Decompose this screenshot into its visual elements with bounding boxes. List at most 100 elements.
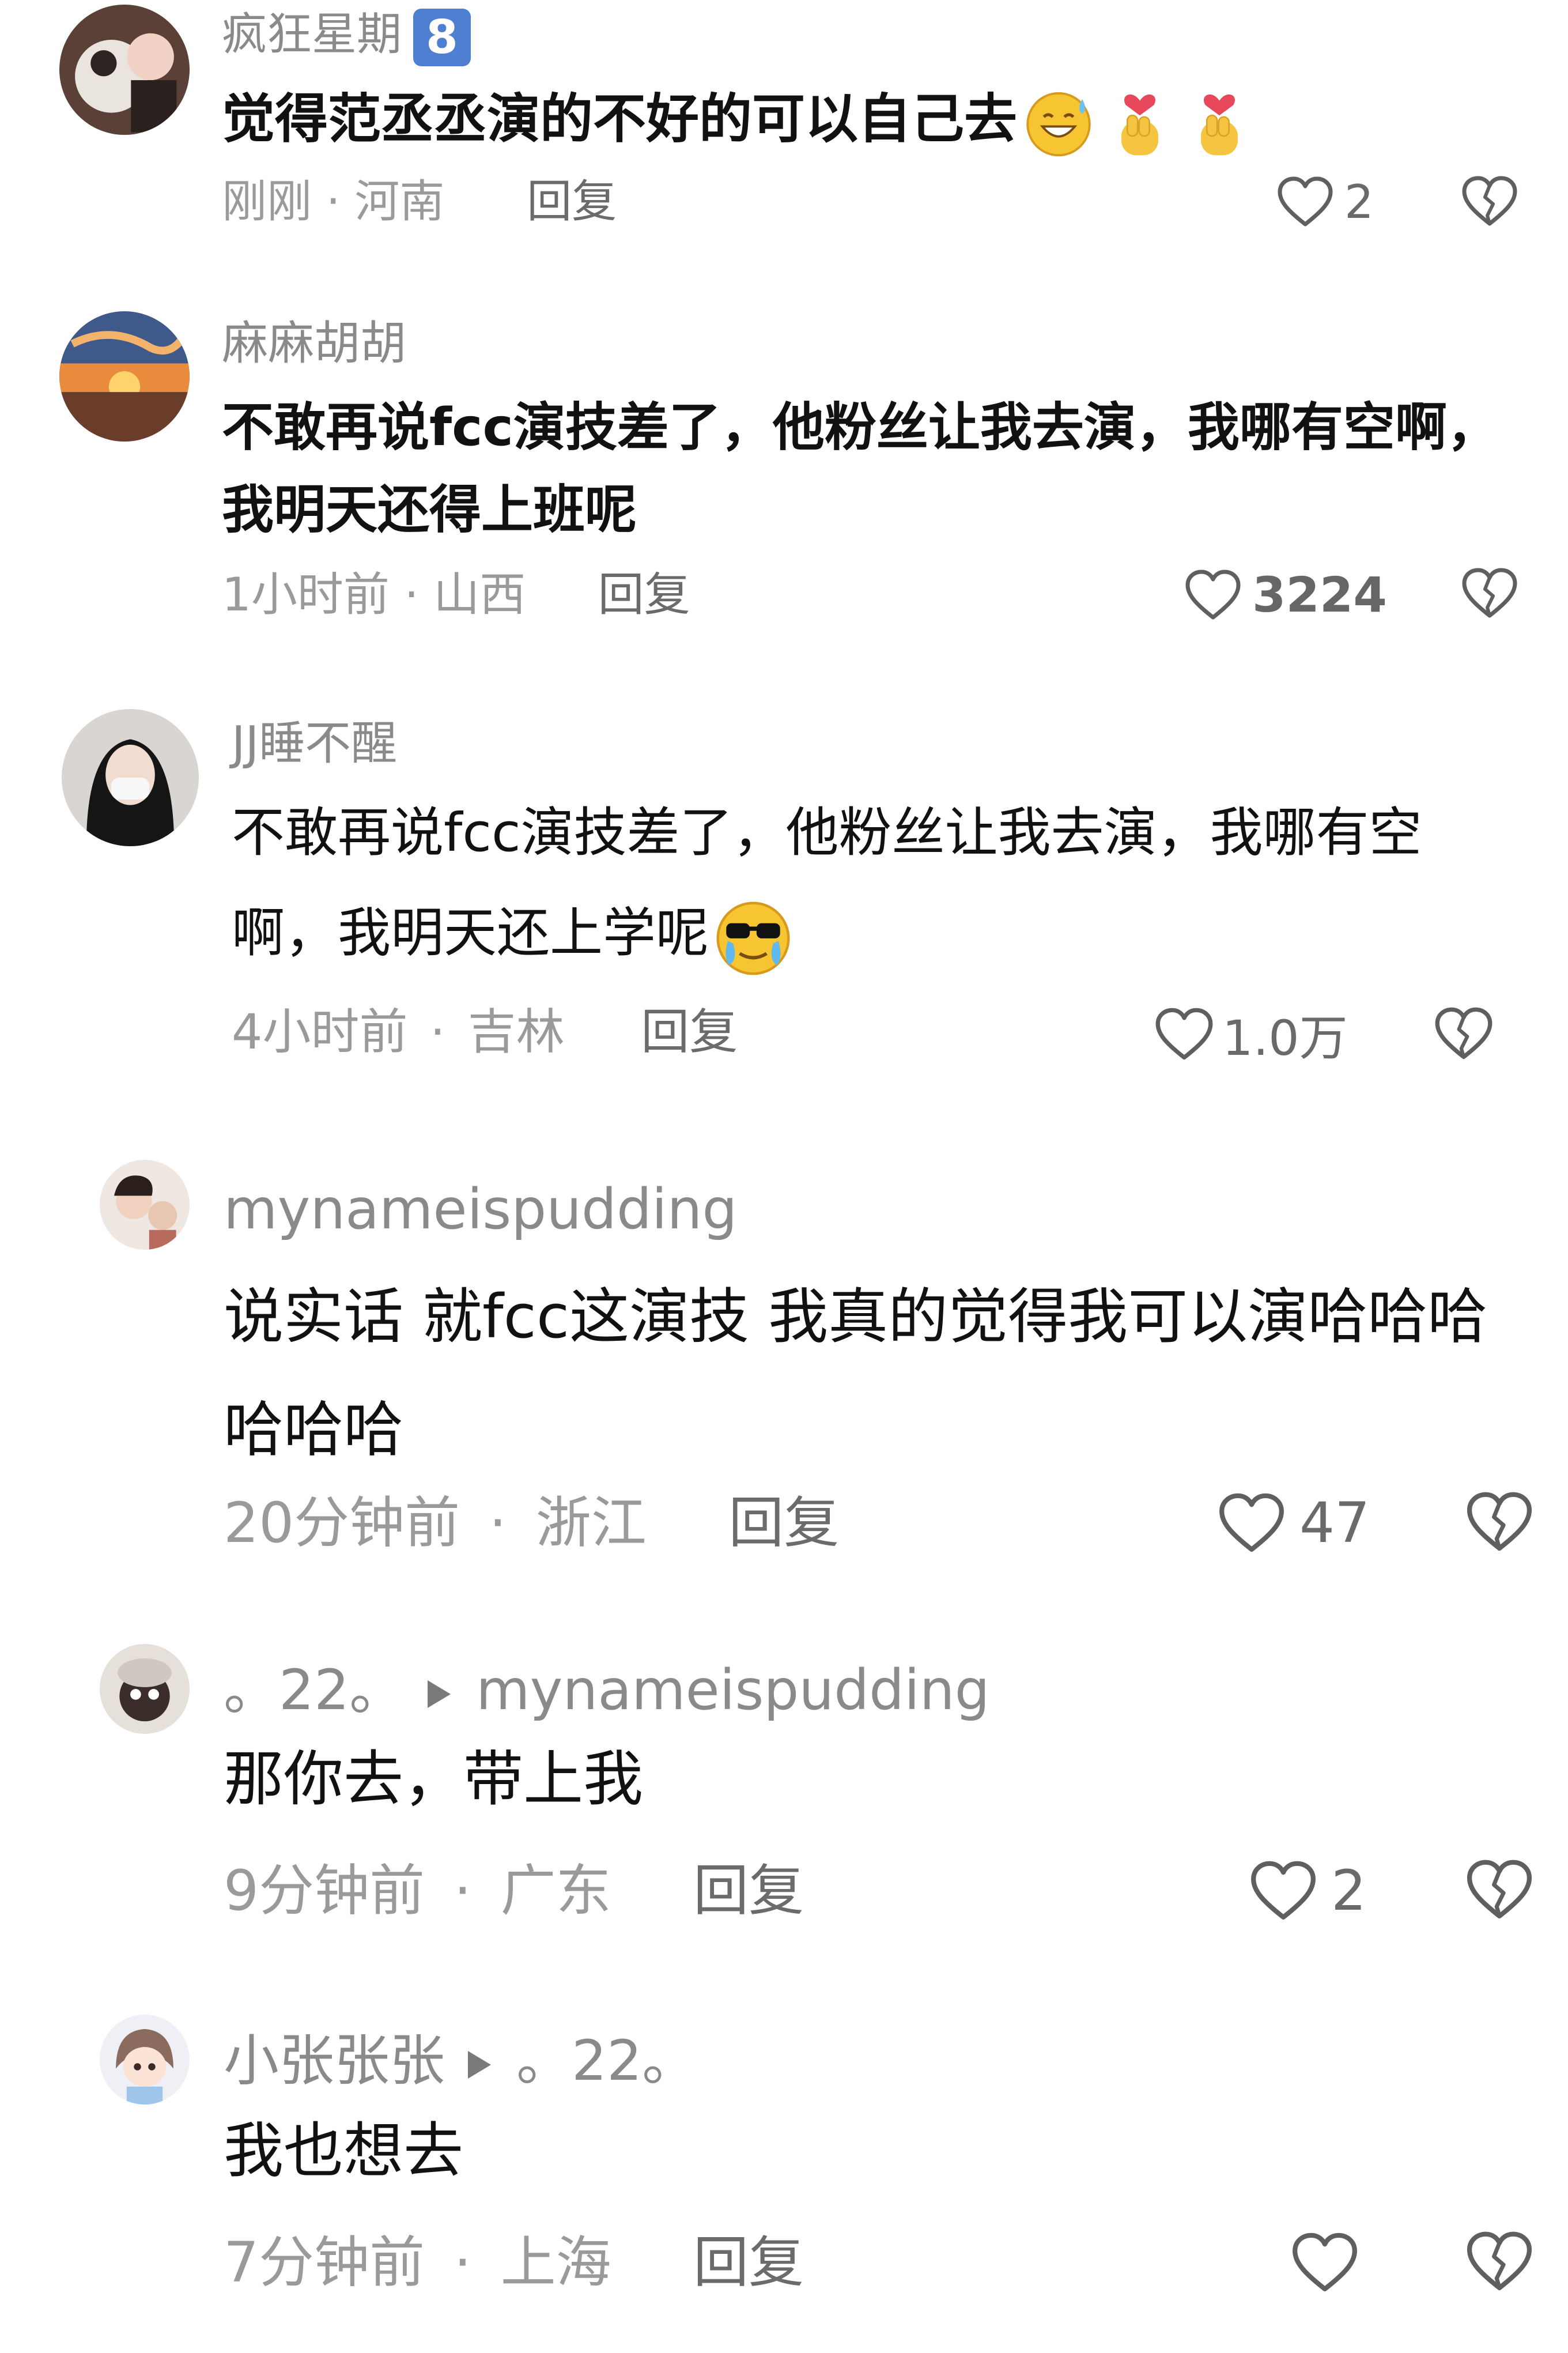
comment-text: 不敢再说fcc演技差了，他粉丝让我去演，我哪有空啊，我明天还得上班呢 <box>222 397 1499 540</box>
comment-body: 觉得范丞丞演的不好的可以自己去 <box>222 88 1018 150</box>
avatar[interactable] <box>100 1644 190 1734</box>
username-text: 小张张张 <box>224 2028 445 2093</box>
comment-time: 9分钟前 <box>224 1858 425 1923</box>
avatar[interactable] <box>59 5 190 135</box>
heart-outline-icon <box>1278 176 1333 227</box>
comment-meta: 7分钟前 · 上海 回复 <box>224 2228 804 2297</box>
comment-text: 不敢再说fcc演技差了，他粉丝让我去演，我哪有空啊，我明天还上学呢 <box>232 783 1511 983</box>
comment-location: 浙江 <box>535 1491 647 1555</box>
avatar[interactable] <box>100 1160 190 1250</box>
username[interactable]: 疯狂星期 8 <box>222 6 471 66</box>
broken-heart-icon <box>1462 568 1517 618</box>
comment-location: 山西 <box>433 568 526 621</box>
comment-time: 1小时前 <box>222 568 390 621</box>
comment-text: 那你去，带上我 <box>224 1744 644 1814</box>
reply-to-username[interactable]: 。22。 <box>516 2028 697 2093</box>
username[interactable]: 小张张张 。22。 <box>224 2026 697 2095</box>
username[interactable]: mynameispudding <box>224 1175 737 1244</box>
avatar-image <box>100 2015 190 2105</box>
comment-text: 觉得范丞丞演的不好的可以自己去 <box>222 82 1518 160</box>
heart-outline-icon <box>1155 1008 1213 1060</box>
comment-text: 我也想去 <box>224 2116 464 2186</box>
like-count: 2 <box>1344 175 1374 229</box>
meta-separator: · <box>404 568 419 621</box>
comment-meta: 9分钟前 · 广东 回复 <box>224 1856 804 1925</box>
comment-location: 广东 <box>500 1858 611 1923</box>
comment-body: 不敢再说fcc演技差了，他粉丝让我去演，我哪有空啊，我明天还上学呢 <box>232 802 1422 964</box>
reply-button[interactable]: 回复 <box>598 568 690 621</box>
comment-time: 7分钟前 <box>224 2230 425 2295</box>
avatar[interactable] <box>100 2015 190 2105</box>
broken-heart-icon <box>1435 1007 1493 1059</box>
like-button[interactable]: 3224 <box>1184 564 1387 626</box>
broken-heart-icon <box>1467 1492 1532 1551</box>
reply-button[interactable]: 回复 <box>527 176 617 228</box>
comment-location: 上海 <box>500 2230 611 2295</box>
comment-meta: 刚刚 · 河南 回复 <box>222 173 617 231</box>
like-button[interactable] <box>1291 2227 1369 2298</box>
like-count: 3224 <box>1252 567 1387 623</box>
dislike-button[interactable] <box>1465 2229 1533 2294</box>
meta-separator: · <box>489 1491 507 1555</box>
dislike-button[interactable] <box>1434 1005 1494 1062</box>
like-count: 47 <box>1299 1491 1370 1555</box>
reply-arrow-icon <box>428 1680 451 1708</box>
avatar[interactable] <box>59 311 190 442</box>
meta-separator: · <box>430 1004 445 1060</box>
meta-separator: · <box>454 1858 472 1923</box>
reply-to-username[interactable]: mynameispudding <box>476 1658 989 1722</box>
avatar-image <box>59 5 190 135</box>
like-count: 1.0万 <box>1222 1009 1348 1066</box>
comment-item: 。22。 mynameispudding 那你去，带上我 9分钟前 · 广东 回复… <box>0 1637 1568 1960</box>
like-button[interactable]: 1.0万 <box>1154 1003 1348 1066</box>
reply-arrow-icon <box>468 2050 491 2079</box>
like-button[interactable]: 2 <box>1276 172 1374 232</box>
like-button[interactable]: 2 <box>1249 1855 1366 1926</box>
username-text: 疯狂星期 <box>222 9 402 61</box>
comment-item: JJ睡不醒 不敢再说fcc演技差了，他粉丝让我去演，我哪有空啊，我明天还上学呢 … <box>0 692 1568 1095</box>
avatar-image <box>100 1160 190 1250</box>
avatar-image <box>62 709 199 846</box>
dislike-button[interactable] <box>1461 566 1518 620</box>
comment-location: 吉林 <box>467 1004 565 1060</box>
comment-meta: 20分钟前 · 浙江 回复 <box>224 1488 839 1558</box>
meta-separator: · <box>326 176 341 228</box>
level-badge: 8 <box>413 8 471 66</box>
username[interactable]: 。22。 mynameispudding <box>224 1656 990 1725</box>
like-count: 2 <box>1331 1858 1367 1923</box>
meta-separator: · <box>454 2230 472 2295</box>
comment-location: 河南 <box>354 176 445 228</box>
comment-item: 疯狂星期 8 觉得范丞丞演的不好的可以自己去 刚刚 · 河南 回复 2 <box>0 0 1568 242</box>
broken-heart-icon <box>1467 2231 1532 2291</box>
comment-item: 麻麻胡胡 不敢再说fcc演技差了，他粉丝让我去演，我哪有空啊，我明天还得上班呢 … <box>0 300 1568 646</box>
heart-outline-icon <box>1293 2233 1357 2292</box>
username[interactable]: 麻麻胡胡 <box>222 315 406 372</box>
dislike-button[interactable] <box>1461 174 1518 228</box>
comment-item: 小张张张 。22。 我也想去 7分钟前 · 上海 回复 <box>0 2003 1568 2353</box>
broken-heart-icon <box>1462 176 1517 226</box>
broken-heart-icon <box>1467 1860 1532 1919</box>
finger-heart-emoji <box>1185 86 1253 160</box>
sweat-smile-emoji <box>1022 86 1095 160</box>
comment-time: 20分钟前 <box>224 1491 460 1555</box>
comment-time: 刚刚 <box>222 176 312 228</box>
dislike-button[interactable] <box>1465 1857 1533 1922</box>
reply-button[interactable]: 回复 <box>693 2230 804 2295</box>
like-button[interactable]: 47 <box>1218 1487 1370 1559</box>
reply-button[interactable]: 回复 <box>728 1491 839 1555</box>
reply-button[interactable]: 回复 <box>693 1858 804 1923</box>
comment-meta: 4小时前 · 吉林 回复 <box>232 1003 738 1061</box>
heart-outline-icon <box>1251 1861 1316 1920</box>
avatar-image <box>59 311 190 442</box>
dislike-button[interactable] <box>1465 1490 1533 1554</box>
cool-cry-emoji <box>711 895 795 979</box>
comment-item: mynameispudding 说实话 就fcc这演技 我真的觉得我可以演哈哈哈… <box>0 1153 1568 1602</box>
avatar-image <box>100 1644 190 1734</box>
reply-button[interactable]: 回复 <box>641 1004 738 1060</box>
comment-time: 4小时前 <box>232 1004 408 1060</box>
username-text: 。22。 <box>224 1658 405 1722</box>
comment-meta: 1小时前 · 山西 回复 <box>222 566 690 624</box>
finger-heart-emoji <box>1106 86 1174 160</box>
avatar[interactable] <box>62 709 199 846</box>
username[interactable]: JJ睡不醒 <box>232 715 397 772</box>
